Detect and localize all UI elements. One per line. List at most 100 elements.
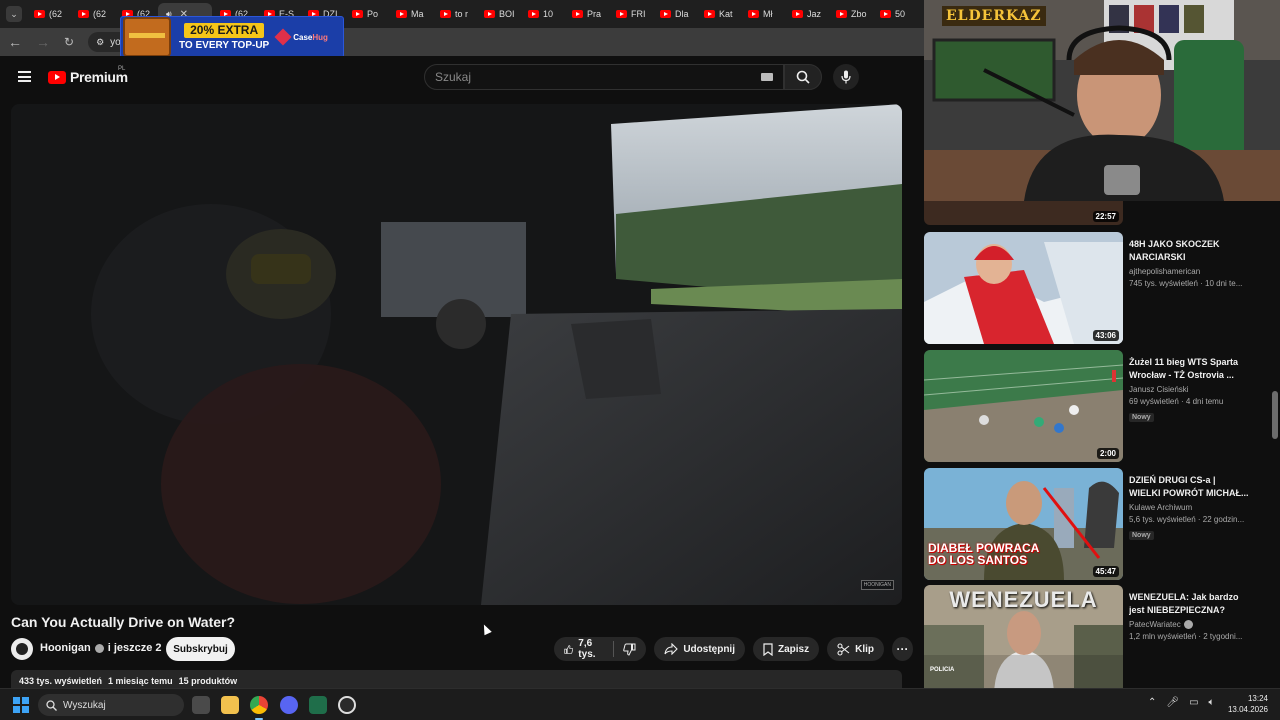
browser-tab[interactable]: Jaz [784, 3, 828, 25]
channel-name-row[interactable]: PatecWariatec [1129, 620, 1249, 629]
scrollbar-thumb[interactable] [1272, 391, 1278, 439]
search-box[interactable] [424, 64, 784, 90]
channel-avatar[interactable] [11, 638, 33, 660]
recommendation-item[interactable]: DIABEŁ POWRACA DO LOS SANTOS 45:47 DZIEŃ… [924, 468, 1260, 580]
video-thumbnail[interactable]: 43:06 [924, 232, 1123, 344]
youtube-favicon-icon [616, 10, 627, 18]
thumbnail-caption-small: POLICIA [930, 667, 955, 673]
view-count: 433 tys. wyświetleń [19, 676, 103, 686]
youtube-logo[interactable]: Premium [48, 69, 128, 85]
scissors-icon [837, 642, 850, 656]
channel-name[interactable]: Hoonigan [40, 642, 91, 654]
promo-overlay: 20% EXTRA TO EVERY TOP-UP CaseHug [120, 16, 344, 58]
browser-tab[interactable]: BOI [476, 3, 520, 25]
search-icon [46, 699, 57, 711]
microphone-icon [841, 70, 851, 84]
file-explorer-icon[interactable] [221, 696, 239, 714]
discord-icon[interactable] [280, 696, 298, 714]
video-frame [11, 104, 902, 605]
sidebar-scrollbar[interactable] [1270, 201, 1280, 688]
system-clock[interactable]: 13:24 13.04.2026 [1222, 693, 1268, 715]
browser-tab[interactable]: Ma [388, 3, 432, 25]
youtube-favicon-icon [880, 10, 891, 18]
youtube-header: Premium PL [0, 56, 924, 98]
search-button[interactable] [784, 64, 822, 90]
clip-label: Klip [855, 643, 874, 655]
channel-name[interactable]: ajthepolishamerican [1129, 267, 1249, 276]
search-input[interactable] [435, 70, 735, 84]
microphone-tray-icon[interactable]: 🎤︎ [1166, 697, 1179, 708]
taskbar-search[interactable]: Wyszukaj [38, 694, 184, 716]
description-box[interactable]: 433 tys. wyświetleń 1 miesiąc temu 15 pr… [11, 670, 902, 688]
save-button[interactable]: Zapisz [752, 637, 820, 661]
video-meta: DZIEŃ DRUGI CS-a | WIELKI POWRÓT MICHAŁ.… [1129, 474, 1249, 542]
duration-badge: 43:06 [1092, 330, 1119, 341]
back-icon[interactable]: ← [8, 34, 22, 50]
video-title[interactable]: WENEZUELA: Jak bardzo jest NIEBEZPIECZNA… [1129, 591, 1249, 617]
new-badge: Nowy [1129, 531, 1154, 540]
browser-tab[interactable]: Dla [652, 3, 696, 25]
browser-tab[interactable]: 10 [520, 3, 564, 25]
clip-button[interactable]: Klip [827, 637, 884, 661]
video-title[interactable]: Żużel 11 bieg WTS Sparta Wrocław - TŻ Os… [1129, 356, 1249, 382]
youtube-favicon-icon [484, 10, 495, 18]
tab-label: Kat [719, 9, 733, 19]
webcam-overlay: ELDERKAZ [924, 0, 1280, 201]
browser-tab[interactable]: (62 [26, 3, 70, 25]
channel-name[interactable]: Janusz Cisieński [1129, 385, 1249, 394]
tab-search-button[interactable]: ⌄ [6, 6, 22, 22]
volume-icon[interactable]: 🔈︎ [1209, 697, 1215, 708]
video-thumbnail[interactable]: DIABEŁ POWRACA DO LOS SANTOS 45:47 [924, 468, 1123, 580]
tab-label: 50 [895, 9, 906, 19]
recommendation-item[interactable]: 22:57 [924, 201, 1260, 225]
browser-tab[interactable]: Po [344, 3, 388, 25]
browser-tab[interactable]: FRI [608, 3, 652, 25]
recommendation-item[interactable]: 43:06 48H JAKO SKOCZEK NARCIARSKI ajthep… [924, 232, 1260, 344]
forward-icon[interactable]: → [36, 34, 50, 50]
taskbar: Wyszukaj ⌃ 🎤︎ ▭ 🔈︎ 13:24 13.04.2026 [0, 688, 1280, 720]
app-icon[interactable] [309, 696, 327, 714]
keyboard-icon[interactable] [761, 73, 773, 81]
video-thumbnail[interactable]: WENEZUELA POLICIA [924, 585, 1123, 688]
video-thumbnail[interactable]: 2:00 [924, 350, 1123, 462]
reload-icon[interactable]: ↻ [64, 35, 74, 49]
dislike-button[interactable] [613, 637, 646, 661]
browser-tab[interactable]: to r [432, 3, 476, 25]
windows-start-icon[interactable] [13, 697, 29, 713]
thumbnail-caption: DIABEŁ POWRACA DO LOS SANTOS [928, 542, 1039, 566]
browser-tab[interactable]: (62 [70, 3, 114, 25]
recommendation-item[interactable]: WENEZUELA POLICIA WENEZUELA: Jak bardzo … [924, 585, 1260, 688]
more-actions-button[interactable]: ··· [892, 637, 913, 661]
browser-tab[interactable]: 50 [872, 3, 916, 25]
browser-tab[interactable]: Zbo [828, 3, 872, 25]
thumbnail-image [924, 232, 1123, 344]
browser-tab[interactable]: Kat [696, 3, 740, 25]
share-button[interactable]: Udostępnij [654, 637, 745, 661]
collaborators-link[interactable]: i jeszcze 2 [108, 642, 162, 654]
promo-subline: TO EVERY TOP-UP [179, 40, 270, 51]
site-info-icon[interactable]: ⚙ [96, 37, 104, 48]
task-view-icon[interactable] [192, 696, 210, 714]
channel-name-group[interactable]: Hoonigan i jeszcze 2 [40, 642, 162, 654]
video-title[interactable]: 48H JAKO SKOCZEK NARCIARSKI [1129, 238, 1249, 264]
obs-icon[interactable] [338, 696, 356, 714]
channel-name[interactable]: Kulawe Archiwum [1129, 503, 1249, 512]
subscribe-button[interactable]: Subskrybuj [166, 637, 235, 661]
save-label: Zapisz [777, 643, 810, 655]
channel-name[interactable]: PatecWariatec [1129, 620, 1181, 629]
video-thumbnail[interactable]: 22:57 [924, 201, 1123, 225]
voice-search-button[interactable] [833, 64, 859, 90]
tab-label: Mł [763, 9, 773, 19]
system-tray: ⌃ 🎤︎ ▭ 🔈︎ [1148, 697, 1215, 708]
recommendation-item[interactable]: 2:00 Żużel 11 bieg WTS Sparta Wrocław - … [924, 350, 1260, 462]
tray-expand-icon[interactable]: ⌃ [1148, 697, 1156, 708]
like-button[interactable]: 7,6 tys. [554, 637, 613, 661]
chrome-icon[interactable] [250, 696, 268, 714]
browser-tab[interactable]: Pra [564, 3, 608, 25]
video-title[interactable]: DZIEŃ DRUGI CS-a | WIELKI POWRÓT MICHAŁ.… [1129, 474, 1249, 500]
video-player[interactable]: HOONIGAN [11, 104, 902, 605]
browser-tab[interactable]: Mł [740, 3, 784, 25]
tab-label: (62 [93, 9, 107, 19]
network-icon[interactable]: ▭ [1189, 697, 1198, 708]
menu-icon[interactable] [18, 71, 31, 82]
